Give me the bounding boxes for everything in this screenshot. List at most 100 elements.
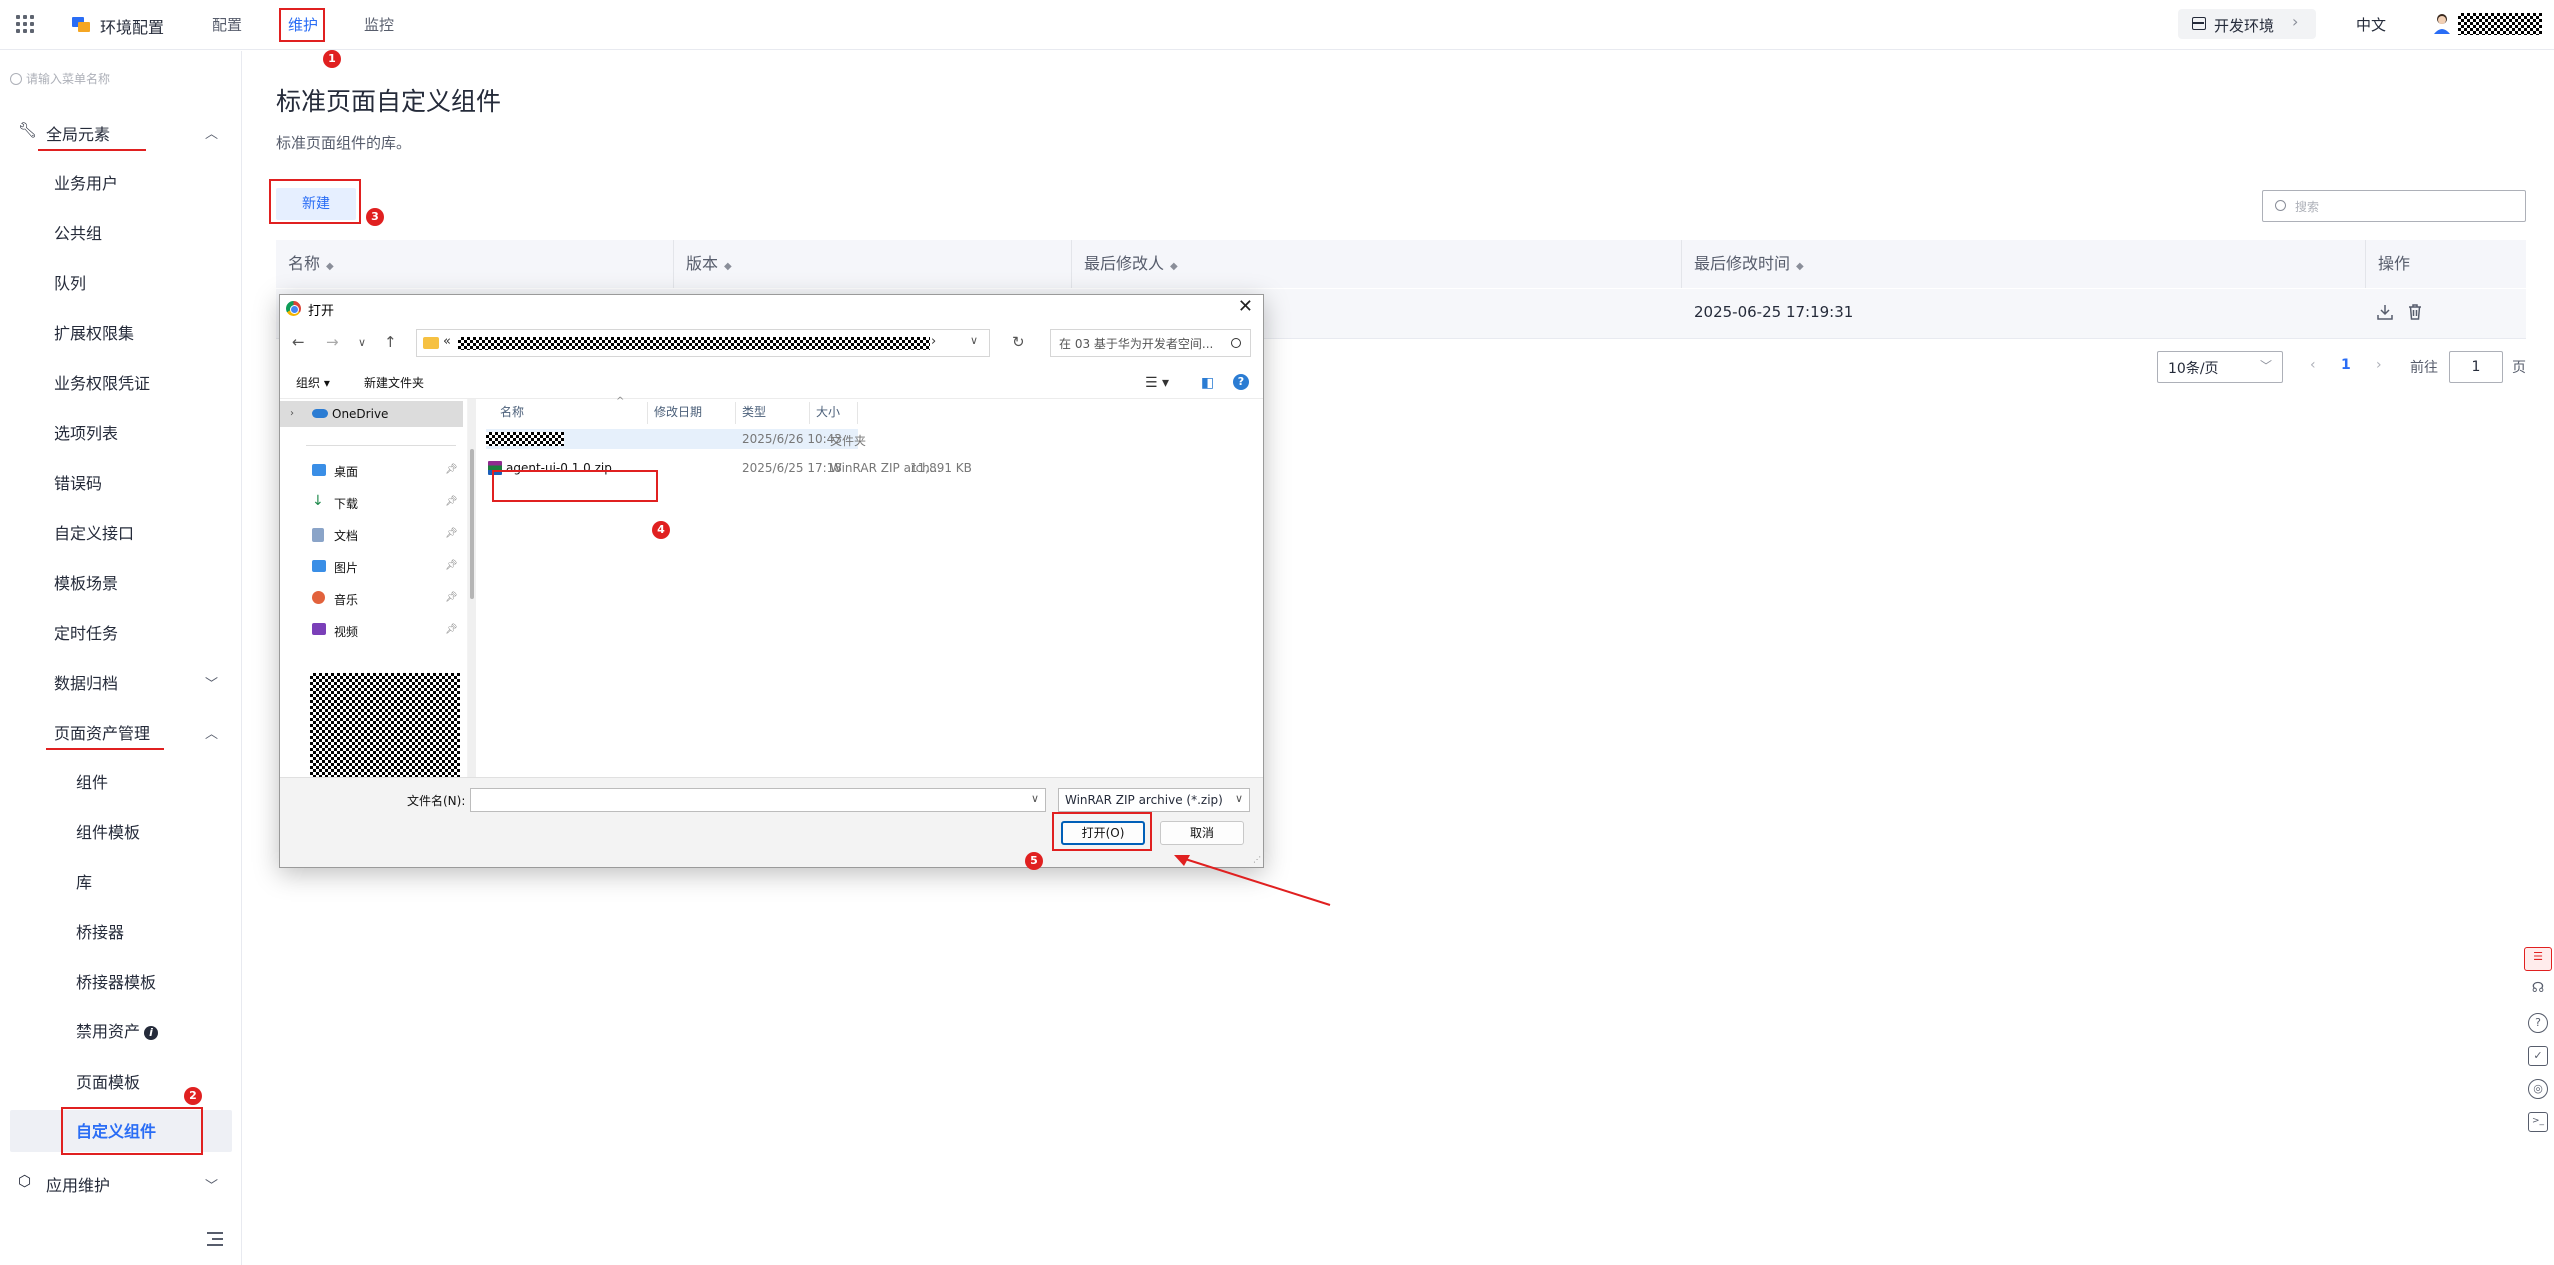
- app-name[interactable]: 环境配置: [100, 14, 164, 38]
- sidebar-item-bridge[interactable]: 桥接器: [76, 919, 124, 943]
- pin-icon[interactable]: 📌︎: [445, 624, 458, 635]
- annotation-box-open: [1052, 812, 1152, 851]
- cancel-button[interactable]: 取消: [1160, 821, 1244, 845]
- page-number-current[interactable]: 1: [2341, 357, 2351, 373]
- avatar[interactable]: [2432, 12, 2452, 34]
- sidebar-item-page-assets[interactable]: 页面资产管理: [54, 720, 150, 744]
- chevron-up-icon[interactable]: ︿: [205, 123, 218, 142]
- pin-icon[interactable]: 📌︎: [445, 496, 458, 507]
- language-switcher[interactable]: 中文: [2356, 14, 2386, 35]
- dialog-title: 打开: [308, 304, 335, 319]
- nav-pane-scrollbar[interactable]: [468, 399, 476, 777]
- terminal-icon[interactable]: >_: [2528, 1112, 2548, 1132]
- chrome-icon: [286, 301, 301, 316]
- up-arrow-icon[interactable]: ↑: [384, 333, 397, 351]
- sidebar-item-public-group[interactable]: 公共组: [54, 220, 102, 244]
- recent-locations-icon[interactable]: ∨: [358, 336, 366, 349]
- sidebar-item-error-code[interactable]: 错误码: [54, 470, 102, 494]
- file-column-name[interactable]: 名称: [486, 402, 648, 424]
- nav-config[interactable]: 配置: [212, 14, 242, 35]
- close-icon[interactable]: ✕: [1238, 296, 1253, 317]
- nav-item-onedrive[interactable]: OneDrive: [332, 407, 388, 421]
- next-page-icon[interactable]: ›: [2376, 357, 2382, 373]
- message-icon[interactable]: ☰: [2524, 947, 2552, 971]
- pin-icon[interactable]: 📌︎: [445, 592, 458, 603]
- view-options-icon[interactable]: ☰ ▾: [1145, 375, 1169, 391]
- file-column-size[interactable]: 大小: [810, 402, 858, 424]
- address-bar[interactable]: « › ∨ ↻: [416, 329, 1025, 357]
- new-folder-button[interactable]: 新建文件夹: [364, 374, 424, 391]
- headset-icon[interactable]: ☊: [2528, 980, 2548, 1000]
- sidebar-item-custom-api[interactable]: 自定义接口: [54, 520, 134, 544]
- sidebar-item-page-template[interactable]: 页面模板: [76, 1069, 140, 1093]
- column-header-modified-time[interactable]: 最后修改时间 ◆: [1682, 240, 2366, 288]
- chevron-down-icon[interactable]: ﹀: [205, 673, 218, 692]
- sidebar-item-library[interactable]: 库: [76, 869, 92, 893]
- delete-icon[interactable]: [2406, 303, 2424, 321]
- file-row-folder[interactable]: 2025/6/26 10:43 文件夹: [486, 429, 866, 449]
- nav-item-downloads[interactable]: 下载: [334, 495, 358, 512]
- dialog-search-input[interactable]: 在 03 基于华为开发者空间...: [1050, 329, 1251, 357]
- target-icon[interactable]: ◎: [2528, 1079, 2548, 1099]
- prev-page-icon[interactable]: ‹: [2310, 357, 2316, 373]
- checklist-icon[interactable]: ✓: [2528, 1046, 2548, 1066]
- username-redacted[interactable]: [2458, 13, 2542, 35]
- table-search-input[interactable]: 搜索: [2262, 190, 2526, 222]
- page-size-select[interactable]: 10条/页 ﹀: [2157, 351, 2283, 383]
- sidebar-item-option-list[interactable]: 选项列表: [54, 420, 118, 444]
- sidebar-item-component[interactable]: 组件: [76, 769, 108, 793]
- sidebar-search-input[interactable]: 请输入菜单名称: [10, 70, 110, 87]
- download-icon[interactable]: [2376, 303, 2394, 321]
- nav-item-documents[interactable]: 文档: [334, 527, 358, 544]
- sidebar-item-component-template[interactable]: 组件模板: [76, 819, 140, 843]
- filename-input[interactable]: ∨: [470, 788, 1046, 812]
- path-redacted: [458, 337, 930, 350]
- column-header-name[interactable]: 名称 ◆: [276, 240, 674, 288]
- refresh-icon[interactable]: ↻: [1012, 333, 1025, 351]
- chevron-down-icon[interactable]: ﹀: [205, 1175, 218, 1194]
- nav-item-pictures[interactable]: 图片: [334, 559, 358, 576]
- pin-icon[interactable]: 📌︎: [445, 464, 458, 475]
- column-header-version[interactable]: 版本 ◆: [674, 240, 1072, 288]
- filetype-select[interactable]: WinRAR ZIP archive (*.zip) ∨: [1058, 788, 1250, 812]
- sidebar-item-scheduled-task[interactable]: 定时任务: [54, 620, 118, 644]
- chevron-right-icon[interactable]: ›: [290, 408, 294, 419]
- goto-page-input[interactable]: 1: [2449, 351, 2503, 383]
- forward-arrow-icon[interactable]: →: [326, 333, 339, 351]
- sidebar-group-app-maintain[interactable]: 应用维护: [46, 1172, 110, 1196]
- sidebar-item-data-archive[interactable]: 数据归档: [54, 670, 118, 694]
- annotation-box-new: [269, 179, 361, 224]
- sidebar-item-bridge-template[interactable]: 桥接器模板: [76, 969, 156, 993]
- environment-label: 开发环境: [2214, 17, 2275, 35]
- folder-name-redacted: [486, 432, 564, 446]
- nav-monitor[interactable]: 监控: [364, 14, 394, 35]
- sidebar-item-queue[interactable]: 队列: [54, 270, 86, 294]
- sidebar-group-global[interactable]: 全局元素: [46, 121, 110, 145]
- preview-pane-icon[interactable]: ◧: [1201, 375, 1214, 391]
- chevron-down-icon[interactable]: ∨: [1031, 792, 1039, 805]
- chevron-up-icon[interactable]: ︿: [205, 723, 218, 742]
- chevron-down-icon[interactable]: ∨: [970, 334, 978, 347]
- sidebar-item-business-user[interactable]: 业务用户: [54, 170, 118, 194]
- back-arrow-icon[interactable]: ←: [292, 333, 305, 351]
- organize-menu[interactable]: 组织 ▾: [296, 374, 330, 391]
- sidebar-item-permission-credential[interactable]: 业务权限凭证: [54, 370, 150, 394]
- nav-item-videos[interactable]: 视频: [334, 623, 358, 640]
- nav-item-desktop[interactable]: 桌面: [334, 463, 358, 480]
- nav-item-music[interactable]: 音乐: [334, 591, 358, 608]
- column-header-modifier[interactable]: 最后修改人 ◆: [1072, 240, 1682, 288]
- collapse-sidebar-icon[interactable]: [207, 1232, 223, 1246]
- sidebar-item-disabled-assets[interactable]: 禁用资产 i: [76, 1018, 159, 1042]
- help-circle-icon[interactable]: ?: [2528, 1013, 2548, 1033]
- sidebar-item-template-scene[interactable]: 模板场景: [54, 570, 118, 594]
- file-column-date[interactable]: 修改日期: [648, 402, 736, 424]
- app-launcher-icon[interactable]: [16, 15, 34, 33]
- pin-icon[interactable]: 📌︎: [445, 560, 458, 571]
- sort-icon: ◆: [724, 261, 732, 272]
- help-icon[interactable]: ?: [1233, 374, 1249, 390]
- file-column-type[interactable]: 类型: [736, 402, 810, 424]
- annotation-box-nav: [279, 8, 325, 42]
- environment-switcher[interactable]: 开发环境 ›: [2178, 9, 2316, 39]
- sidebar-item-extended-permissions[interactable]: 扩展权限集: [54, 320, 134, 344]
- pin-icon[interactable]: 📌︎: [445, 528, 458, 539]
